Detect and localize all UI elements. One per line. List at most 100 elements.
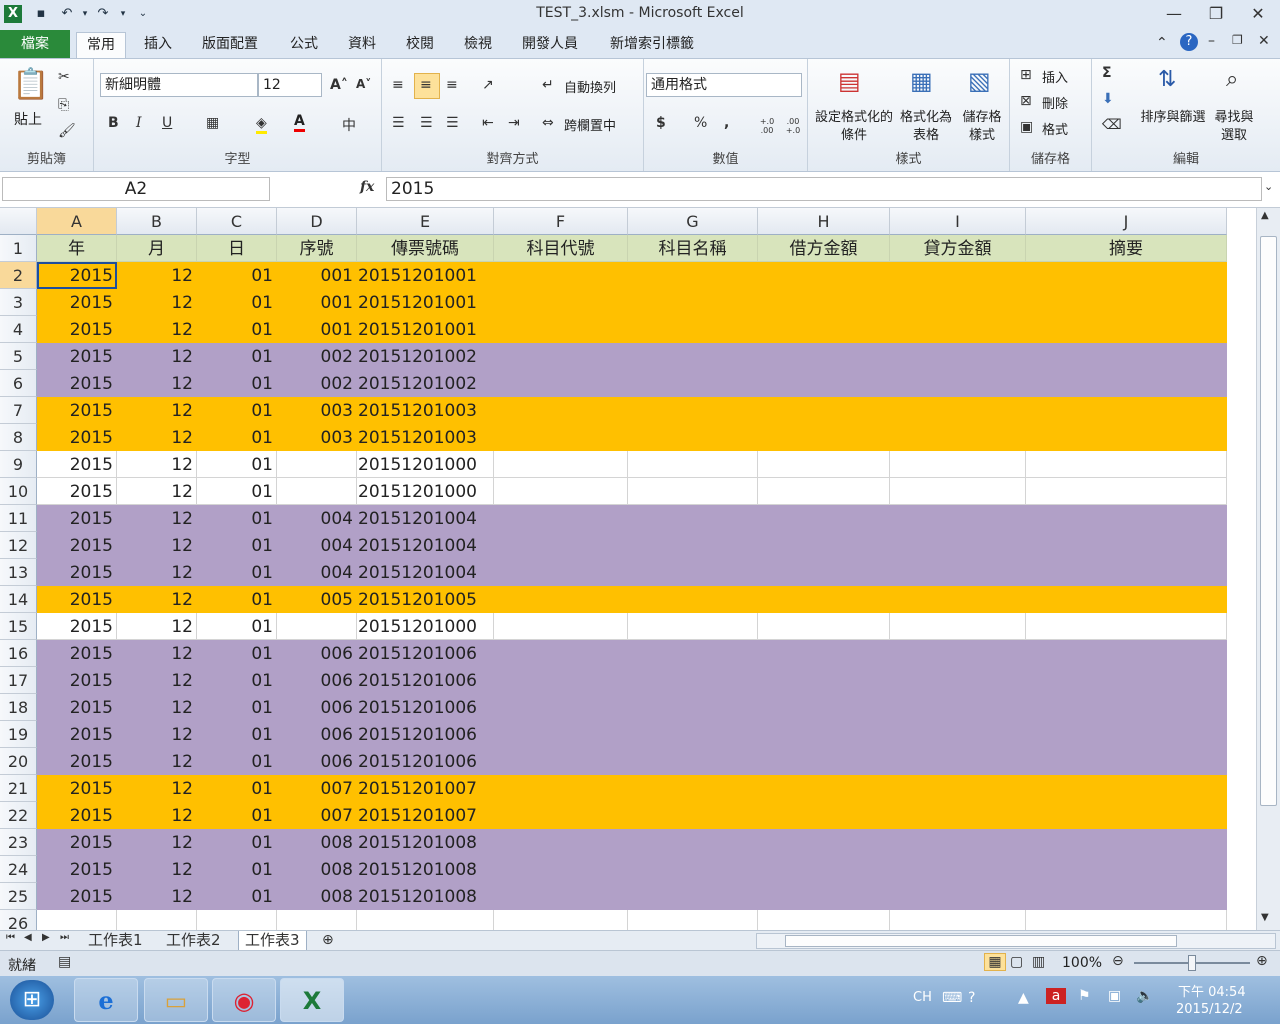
empty-cell[interactable] — [494, 262, 628, 289]
empty-cell[interactable] — [494, 370, 628, 397]
empty-cell[interactable] — [758, 802, 890, 829]
tab-custom[interactable]: 新增索引標籤 — [600, 32, 704, 58]
minimize-ribbon-icon[interactable]: ⌃ — [1156, 35, 1168, 51]
data-cell[interactable]: 006 — [277, 721, 357, 748]
sheet-tab-2[interactable]: 工作表2 — [160, 931, 227, 951]
conditional-format-icon[interactable]: ▤ — [838, 67, 861, 95]
italic-button[interactable]: I — [136, 115, 142, 131]
empty-cell[interactable] — [758, 559, 890, 586]
row-header[interactable]: 15 — [0, 613, 37, 640]
header-cell[interactable]: 傳票號碼 — [357, 235, 494, 262]
page-break-view-icon[interactable]: ▥ — [1032, 954, 1045, 970]
data-cell[interactable]: 01 — [197, 775, 277, 802]
data-cell[interactable]: 2015 — [37, 397, 117, 424]
empty-cell[interactable] — [890, 505, 1026, 532]
data-cell[interactable]: 003 — [277, 424, 357, 451]
decrease-decimal-button[interactable]: .00 +.0 — [780, 117, 806, 135]
worksheet-grid[interactable]: A B C D E F G H I J 1 年月日序號 傳票號碼 科目代號 科目名稱 借方金額 貸方金額 摘要 2 2… — [0, 208, 1256, 930]
empty-cell[interactable] — [628, 586, 758, 613]
data-cell[interactable]: 20151201007 — [357, 802, 494, 829]
empty-cell[interactable] — [494, 505, 628, 532]
empty-cell[interactable] — [1026, 478, 1227, 505]
increase-decimal-button[interactable]: +.0 .00 — [754, 117, 780, 135]
empty-cell[interactable] — [628, 505, 758, 532]
autosum-button[interactable]: Σ — [1102, 65, 1112, 81]
row-header[interactable]: 19 — [0, 721, 37, 748]
empty-cell[interactable] — [494, 343, 628, 370]
data-cell[interactable]: 01 — [197, 424, 277, 451]
data-cell[interactable]: 20151201002 — [357, 370, 494, 397]
next-sheet-icon[interactable]: ▶ — [42, 932, 50, 943]
explorer-icon[interactable]: ▭ — [144, 978, 208, 1022]
empty-cell[interactable] — [890, 316, 1026, 343]
empty-cell[interactable] — [1026, 289, 1227, 316]
empty-cell[interactable] — [628, 640, 758, 667]
cut-icon[interactable]: ✂ — [58, 69, 70, 85]
empty-cell[interactable] — [890, 343, 1026, 370]
tab-developer[interactable]: 開發人員 — [512, 32, 588, 58]
empty-cell[interactable] — [1026, 694, 1227, 721]
data-cell[interactable]: 2015 — [37, 613, 117, 640]
data-cell[interactable]: 01 — [197, 370, 277, 397]
empty-cell[interactable] — [628, 667, 758, 694]
row-header[interactable]: 14 — [0, 586, 37, 613]
data-cell[interactable]: 12 — [117, 451, 197, 478]
data-cell[interactable] — [37, 910, 117, 930]
data-cell[interactable] — [117, 910, 197, 930]
row-header[interactable]: 21 — [0, 775, 37, 802]
zoom-slider-thumb[interactable] — [1188, 955, 1196, 971]
data-cell[interactable]: 2015 — [37, 424, 117, 451]
chrome-icon[interactable]: ◉ — [212, 978, 276, 1022]
data-cell[interactable]: 2015 — [37, 883, 117, 910]
active-cell[interactable]: 2015 — [37, 262, 117, 289]
wb-close-icon[interactable]: ✕ — [1258, 33, 1270, 49]
clock-time[interactable]: 下午 04:54 — [1178, 981, 1246, 1000]
empty-cell[interactable] — [1026, 370, 1227, 397]
data-cell[interactable]: 2015 — [37, 478, 117, 505]
data-cell[interactable]: 2015 — [37, 640, 117, 667]
data-cell[interactable]: 12 — [117, 694, 197, 721]
data-cell[interactable]: 20151201005 — [357, 586, 494, 613]
data-cell[interactable]: 2015 — [37, 370, 117, 397]
increase-indent-icon[interactable]: ⇥ — [508, 115, 520, 131]
data-cell[interactable]: 2015 — [37, 667, 117, 694]
data-cell[interactable]: 003 — [277, 397, 357, 424]
empty-cell[interactable] — [890, 559, 1026, 586]
row-header[interactable]: 12 — [0, 532, 37, 559]
data-cell[interactable]: 20151201006 — [357, 721, 494, 748]
percent-button[interactable]: % — [694, 115, 707, 131]
data-cell[interactable]: 12 — [117, 316, 197, 343]
empty-cell[interactable] — [890, 397, 1026, 424]
normal-view-icon[interactable]: ▦ — [984, 953, 1006, 971]
data-cell[interactable]: 01 — [197, 289, 277, 316]
orientation-icon[interactable]: ↗ — [482, 77, 494, 93]
row-header[interactable]: 10 — [0, 478, 37, 505]
wrap-text-icon[interactable]: ↵ — [542, 77, 554, 93]
bold-button[interactable]: B — [108, 115, 119, 131]
empty-cell[interactable] — [890, 775, 1026, 802]
format-cells-icon[interactable]: ▣ — [1020, 119, 1033, 135]
empty-cell[interactable] — [1026, 316, 1227, 343]
empty-cell[interactable] — [628, 424, 758, 451]
data-cell[interactable]: 01 — [197, 667, 277, 694]
data-cell[interactable]: 20151201004 — [357, 505, 494, 532]
data-cell[interactable]: 12 — [117, 343, 197, 370]
scroll-up-icon[interactable]: ▲ — [1261, 210, 1269, 221]
data-cell[interactable]: 2015 — [37, 451, 117, 478]
empty-cell[interactable] — [1026, 883, 1227, 910]
data-cell[interactable]: 006 — [277, 667, 357, 694]
empty-cell[interactable] — [494, 559, 628, 586]
last-sheet-icon[interactable]: ⏭ — [60, 932, 69, 943]
empty-cell[interactable] — [1026, 667, 1227, 694]
format-as-table-button[interactable]: 格式化為表格 — [894, 109, 958, 145]
align-middle-icon[interactable]: ≡ — [420, 77, 432, 93]
borders-icon[interactable]: ▦ — [206, 115, 219, 131]
data-cell[interactable]: 001 — [277, 316, 357, 343]
data-cell[interactable]: 12 — [117, 829, 197, 856]
row-header[interactable]: 26 — [0, 910, 37, 930]
data-cell[interactable]: 2015 — [37, 802, 117, 829]
empty-cell[interactable] — [890, 262, 1026, 289]
tab-review[interactable]: 校閱 — [396, 32, 444, 58]
empty-cell[interactable] — [1026, 397, 1227, 424]
ie-icon[interactable]: e — [74, 978, 138, 1022]
